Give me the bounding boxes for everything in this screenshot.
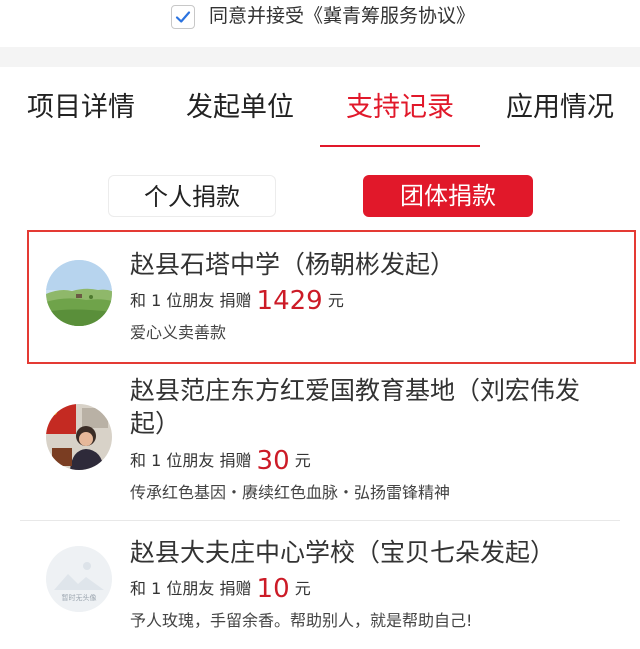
record-title: 赵县范庄东方红爱国教育基地（刘宏伟发起）	[130, 376, 581, 438]
donation-prefix: 和 1 位朋友 捐赠	[130, 451, 252, 470]
record-title: 赵县石塔中学（杨朝彬发起）	[130, 250, 456, 279]
checkmark-icon	[175, 11, 191, 23]
record-title: 赵县大夫庄中心学校（宝贝七朵发起）	[130, 538, 556, 567]
donation-record[interactable]: 赵县石塔中学（杨朝彬发起） 和 1 位朋友 捐赠 1429 元 爱心义卖善款	[0, 230, 640, 364]
list-divider	[20, 520, 620, 521]
donation-unit: 元	[327, 291, 344, 310]
agreement-row: 同意并接受《冀青筹服务协议》	[0, 0, 640, 40]
agreement-checkbox[interactable]	[171, 5, 195, 29]
section-divider-band	[0, 47, 640, 67]
tab-bar: 项目详情 发起单位 支持记录 应用情况	[0, 67, 640, 151]
avatar-placeholder-text: 暂时无头像	[62, 593, 97, 602]
donation-record[interactable]: 赵县范庄东方红爱国教育基地（刘宏伟发起） 和 1 位朋友 捐赠 30 元 传承红…	[0, 370, 640, 520]
tab-usage[interactable]: 应用情况	[506, 91, 614, 125]
active-tab-indicator	[320, 145, 480, 147]
donation-message: 予人玫瑰，手留余香。帮助别人，就是帮助自己!	[130, 611, 473, 630]
donation-line: 和 1 位朋友 捐赠 1429 元	[130, 286, 344, 320]
placeholder-avatar: 暂时无头像	[46, 546, 112, 612]
donation-unit: 元	[294, 579, 311, 598]
donation-line: 和 1 位朋友 捐赠 10 元	[130, 574, 311, 608]
donation-amount: 1429	[256, 286, 323, 316]
donation-prefix: 和 1 位朋友 捐赠	[130, 291, 252, 310]
donation-prefix: 和 1 位朋友 捐赠	[130, 579, 252, 598]
donation-line: 和 1 位朋友 捐赠 30 元	[130, 446, 311, 480]
group-donation-button[interactable]: 团体捐款	[363, 175, 533, 217]
donation-amount: 30	[256, 446, 290, 476]
tab-initiator[interactable]: 发起单位	[186, 91, 294, 125]
donation-amount: 10	[256, 574, 290, 604]
tab-project-details[interactable]: 项目详情	[27, 91, 135, 125]
tab-support-records[interactable]: 支持记录	[346, 91, 454, 125]
landscape-avatar	[46, 260, 112, 326]
donation-unit: 元	[294, 451, 311, 470]
donation-record[interactable]: 暂时无头像 赵县大夫庄中心学校（宝贝七朵发起） 和 1 位朋友 捐赠 10 元 …	[0, 528, 640, 649]
person-avatar	[46, 404, 112, 470]
donation-message: 爱心义卖善款	[130, 323, 227, 342]
agreement-text[interactable]: 同意并接受《冀青筹服务协议》	[209, 3, 475, 29]
personal-donation-button[interactable]: 个人捐款	[108, 175, 276, 217]
donation-message: 传承红色基因・赓续红色血脉・弘扬雷锋精神	[130, 483, 451, 502]
